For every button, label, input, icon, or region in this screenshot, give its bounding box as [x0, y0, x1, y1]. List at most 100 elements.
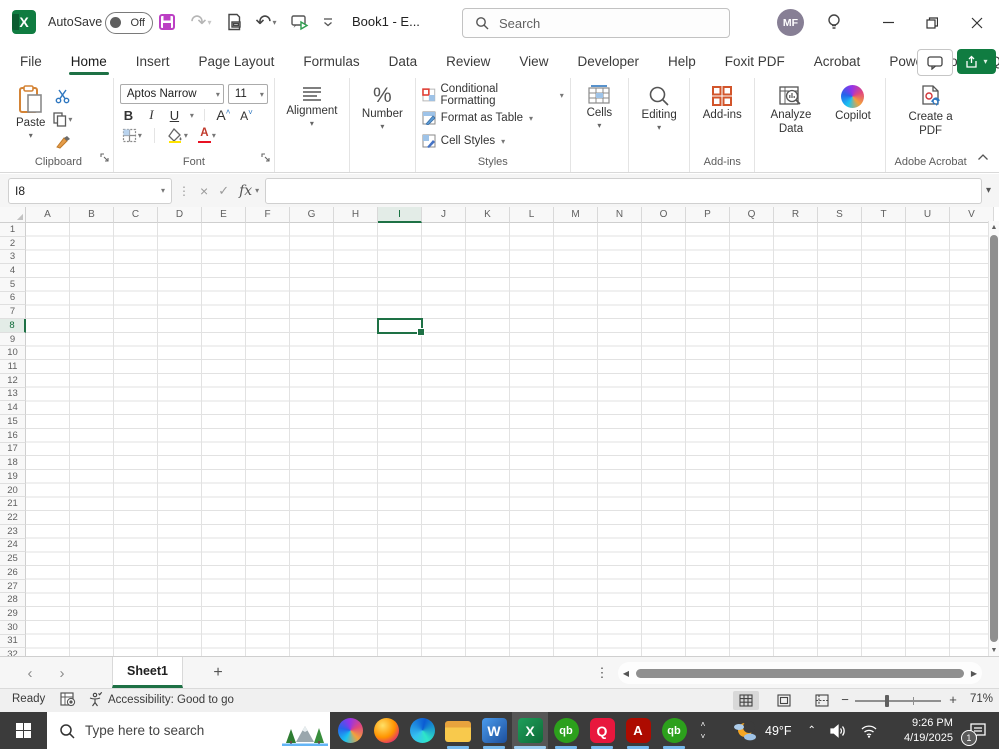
zoom-slider-thumb[interactable] — [885, 695, 889, 707]
row-header-7[interactable]: 7 — [0, 305, 26, 320]
tab-page-layout[interactable]: Page Layout — [197, 48, 277, 76]
select-all-corner[interactable]: ◢ — [0, 207, 26, 223]
copilot-button[interactable]: Copilot — [827, 82, 879, 125]
column-header-T[interactable]: T — [862, 207, 906, 223]
row-header-31[interactable]: 31 — [0, 634, 26, 649]
row-header-15[interactable]: 15 — [0, 415, 26, 429]
column-header-O[interactable]: O — [642, 207, 686, 223]
macro-record-button[interactable] — [60, 692, 76, 710]
sheet-tab-sheet1[interactable]: Sheet1 — [112, 657, 183, 688]
row-header-11[interactable]: 11 — [0, 360, 26, 374]
view-page-layout-button[interactable] — [771, 691, 797, 710]
insert-function-button[interactable]: fx ▾ — [239, 183, 259, 199]
sheet-nav-right-icon[interactable]: › — [50, 661, 74, 685]
cut-button[interactable] — [51, 87, 74, 106]
italic-button[interactable]: I — [143, 107, 160, 123]
vertical-scrollbar-thumb[interactable] — [990, 235, 998, 642]
overflow-up-icon[interactable]: ˄ — [701, 720, 706, 729]
increase-font-button[interactable]: A˄ — [215, 107, 232, 123]
fill-handle[interactable] — [417, 327, 425, 336]
tab-formulas[interactable]: Formulas — [301, 48, 361, 76]
row-header-19[interactable]: 19 — [0, 469, 26, 484]
row-header-27[interactable]: 27 — [0, 579, 26, 594]
column-header-I[interactable]: I — [378, 207, 422, 223]
overflow-down-icon[interactable]: ˅ — [701, 732, 706, 741]
row-header-26[interactable]: 26 — [0, 565, 26, 580]
tab-help[interactable]: Help — [666, 48, 698, 76]
name-box[interactable]: I8 ▾ — [8, 177, 172, 204]
row-header-17[interactable]: 17 — [0, 442, 26, 457]
scroll-down-icon[interactable]: ▼ — [989, 644, 999, 656]
scroll-left-icon[interactable]: ◀ — [618, 669, 634, 678]
column-header-C[interactable]: C — [114, 207, 158, 223]
row-header-13[interactable]: 13 — [0, 387, 26, 402]
tab-home[interactable]: Home — [68, 48, 109, 76]
column-header-F[interactable]: F — [246, 207, 290, 223]
row-header-29[interactable]: 29 — [0, 607, 26, 621]
selected-cell[interactable] — [377, 318, 425, 336]
taskbar-app-acrobat[interactable]: A — [620, 712, 656, 749]
font-dialog-launcher[interactable] — [261, 149, 270, 167]
cancel-icon[interactable]: × — [200, 183, 208, 199]
taskbar-overflow[interactable]: ˄ ˅ — [694, 712, 712, 749]
scroll-up-icon[interactable]: ▲ — [989, 221, 999, 233]
comment-button[interactable] — [917, 49, 953, 76]
tab-file[interactable]: File — [18, 48, 44, 76]
copy-button[interactable]: ▾ — [51, 110, 74, 129]
tray-chevron-icon[interactable]: ⌃ — [808, 725, 816, 736]
column-header-D[interactable]: D — [158, 207, 202, 223]
view-normal-button[interactable] — [733, 691, 759, 710]
format-as-table-button[interactable]: Format as Table ▾ — [422, 108, 533, 128]
column-header-M[interactable]: M — [554, 207, 598, 223]
row-header-12[interactable]: 12 — [0, 373, 26, 388]
volume-button[interactable] — [829, 723, 847, 739]
row-header-1[interactable]: 1 — [0, 223, 26, 237]
font-name-select[interactable]: Aptos Narrow ▾ — [119, 84, 224, 104]
row-header-18[interactable]: 18 — [0, 456, 26, 470]
ribbon-collapse-button[interactable] — [977, 148, 989, 166]
add-sheet-button[interactable]: + — [206, 661, 230, 685]
view-page-break-button[interactable] — [809, 691, 835, 710]
create-pdf-button[interactable]: Create a PDF — [892, 82, 969, 142]
avatar[interactable]: MF — [777, 9, 804, 36]
cells-button[interactable]: Cells ▾ — [581, 82, 619, 133]
column-header-H[interactable]: H — [334, 207, 378, 223]
row-header-25[interactable]: 25 — [0, 552, 26, 566]
qat-overflow-button[interactable] — [316, 10, 340, 34]
borders-button[interactable]: ▾ — [120, 126, 144, 145]
row-header-8[interactable]: 8 — [0, 319, 26, 333]
tab-data[interactable]: Data — [387, 48, 420, 76]
column-header-B[interactable]: B — [70, 207, 114, 223]
clipboard-dialog-launcher[interactable] — [100, 149, 109, 167]
tab-view[interactable]: View — [517, 48, 550, 76]
tab-review[interactable]: Review — [444, 48, 492, 76]
macros-button[interactable] — [288, 10, 312, 34]
alignment-button[interactable]: Alignment ▾ — [280, 82, 343, 131]
row-header-6[interactable]: 6 — [0, 291, 26, 306]
notification-button[interactable]: 1 — [960, 718, 991, 746]
undo-button[interactable]: ↶ ▾ — [250, 10, 282, 34]
row-header-3[interactable]: 3 — [0, 250, 26, 265]
taskbar-app-word[interactable]: W — [476, 712, 512, 749]
number-button[interactable]: % Number ▾ — [356, 82, 409, 134]
column-header-Q[interactable]: Q — [730, 207, 774, 223]
row-header-32[interactable]: 32 — [0, 648, 26, 656]
row-header-21[interactable]: 21 — [0, 497, 26, 512]
scroll-right-icon[interactable]: ▶ — [966, 669, 982, 678]
taskbar-app-file-explorer[interactable] — [440, 712, 476, 749]
row-header-20[interactable]: 20 — [0, 483, 26, 498]
tab-acrobat[interactable]: Acrobat — [812, 48, 863, 76]
taskbar-app-quickbooks-2[interactable]: qb — [656, 712, 692, 749]
tab-insert[interactable]: Insert — [134, 48, 172, 76]
column-header-N[interactable]: N — [598, 207, 642, 223]
zoom-level[interactable]: 71% — [963, 693, 993, 705]
row-header-9[interactable]: 9 — [0, 332, 26, 347]
editing-button[interactable]: Editing ▾ — [636, 82, 683, 135]
minimize-button[interactable] — [866, 0, 910, 45]
column-header-U[interactable]: U — [906, 207, 950, 223]
taskbar-app-quickbooks[interactable]: qb — [548, 712, 584, 749]
row-header-22[interactable]: 22 — [0, 511, 26, 525]
enter-icon[interactable]: ✓ — [218, 183, 229, 199]
column-header-A[interactable]: A — [26, 207, 70, 223]
horizontal-scrollbar[interactable]: ◀ ▶ — [618, 662, 982, 684]
